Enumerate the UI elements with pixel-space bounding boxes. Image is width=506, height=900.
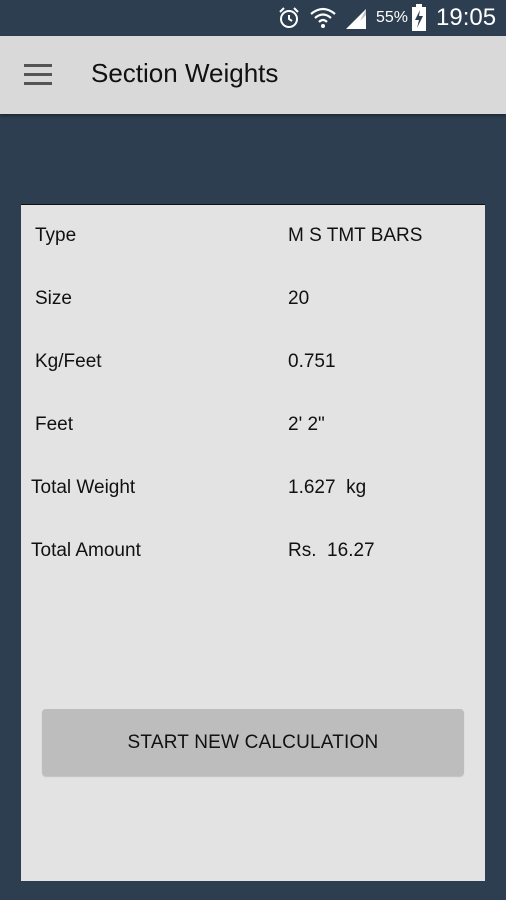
kg-per-feet-label: Kg/Feet xyxy=(35,351,102,372)
battery-charging-icon xyxy=(412,4,426,31)
total-weight-value: 1.627 kg xyxy=(288,477,367,498)
feet-row: Feet 2' 2" xyxy=(21,414,485,444)
start-new-calculation-button[interactable]: START NEW CALCULATION xyxy=(42,709,464,776)
kg-per-feet-row: Kg/Feet 0.751 xyxy=(21,351,485,381)
total-weight-row: Total Weight 1.627 kg xyxy=(21,477,485,507)
status-clock: 19:05 xyxy=(436,4,497,31)
hamburger-menu-icon[interactable] xyxy=(24,64,54,86)
total-amount-label: Total Amount xyxy=(31,540,141,561)
page-title: Section Weights xyxy=(91,58,279,88)
wifi-icon xyxy=(310,7,336,28)
kg-per-feet-value: 0.751 xyxy=(288,351,336,372)
feet-value: 2' 2" xyxy=(288,414,325,435)
size-value: 20 xyxy=(288,288,310,309)
type-value: M S TMT BARS xyxy=(288,225,423,246)
total-weight-label: Total Weight xyxy=(31,477,136,498)
type-row: Type M S TMT BARS xyxy=(21,225,485,255)
signal-icon xyxy=(346,9,366,29)
app-bar: Section Weights xyxy=(0,36,506,114)
type-label: Type xyxy=(35,225,77,246)
total-amount-value: Rs. 16.27 xyxy=(288,540,375,561)
results-card: Type M S TMT BARS Size 20 Kg/Feet 0.751 … xyxy=(21,204,485,881)
size-row: Size 20 xyxy=(21,288,485,318)
feet-label: Feet xyxy=(35,414,74,435)
total-amount-row: Total Amount Rs. 16.27 xyxy=(21,540,485,570)
status-bar: 55% 19:05 xyxy=(0,0,506,36)
size-label: Size xyxy=(35,288,72,309)
alarm-icon xyxy=(279,7,299,28)
battery-percentage: 55% xyxy=(376,9,409,26)
